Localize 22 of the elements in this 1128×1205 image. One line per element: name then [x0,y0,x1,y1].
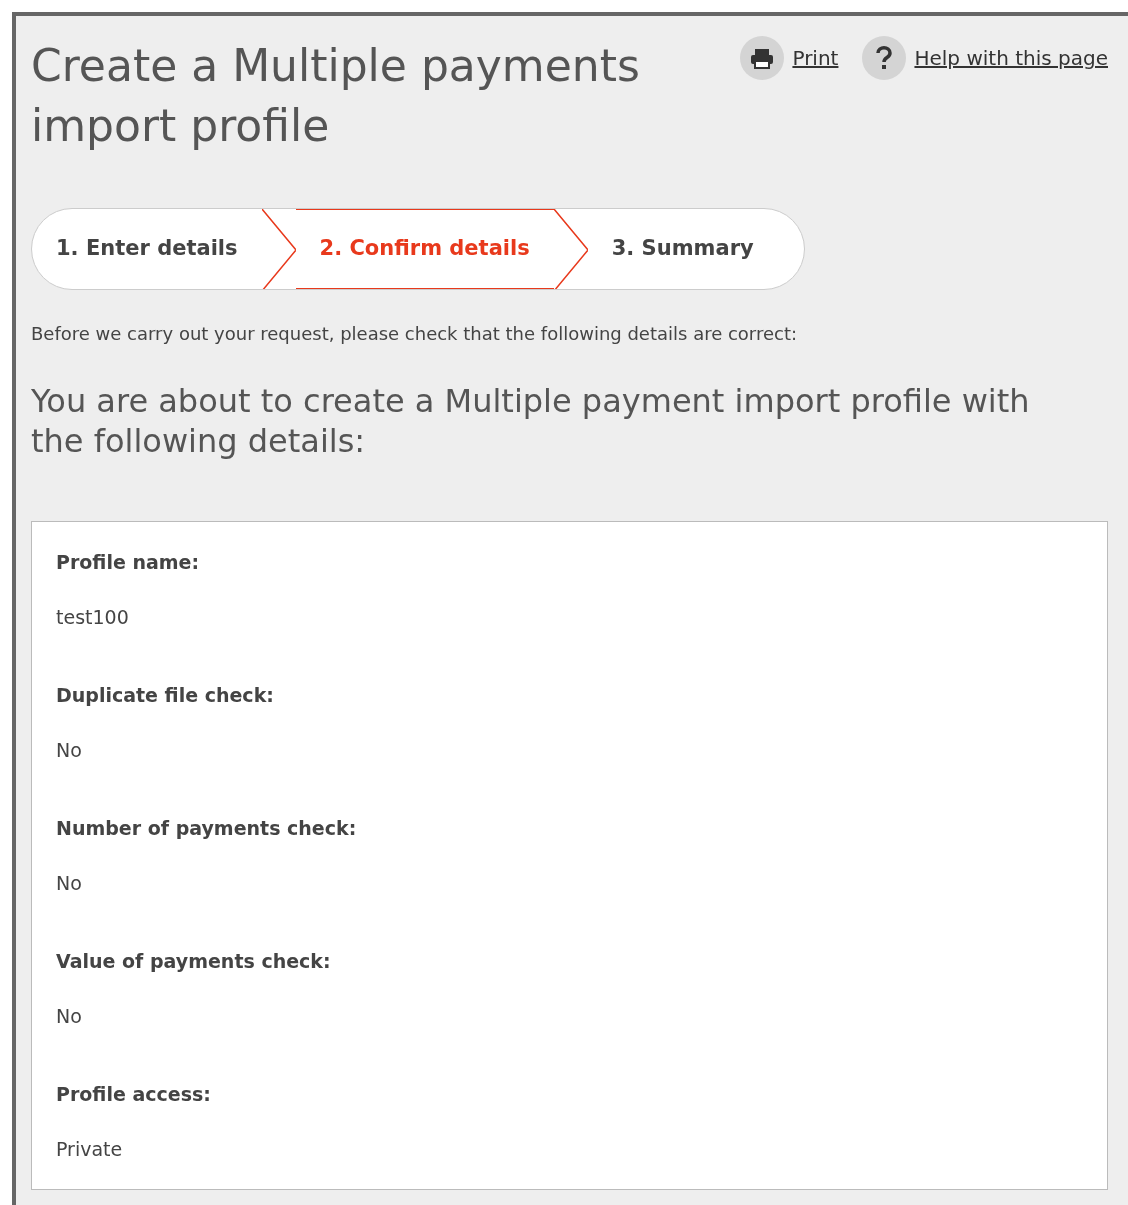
detail-label: Number of payments check: [56,816,358,841]
intro-text: Before we carry out your request, please check that the following details are correct: [31,322,799,346]
printer-icon [740,36,785,80]
detail-label: Profile access: [56,1082,212,1107]
detail-value: No [56,737,83,763]
step-divider-icon [553,209,588,289]
print-link[interactable]: Print [792,43,839,73]
help-icon [862,36,907,80]
detail-label: Duplicate file check: [56,683,275,708]
step-divider-icon [261,209,296,289]
page-title: Create a Multiple payments import profile [31,39,641,153]
step-tab[interactable]: 3. Summary [587,209,778,289]
step-tab[interactable]: 1. Enter details [32,209,262,289]
section-heading: You are about to create a Multiple payment import profile with the following details: [31,381,1031,461]
detail-value: Private [56,1136,124,1162]
detail-value: test100 [56,604,130,630]
detail-value: No [56,870,83,896]
detail-label: Profile name: [56,550,201,575]
help-link[interactable]: Help with this page [914,43,1108,73]
step-tab[interactable]: 2. Confirm details [295,209,554,289]
detail-label: Value of payments check: [56,949,332,974]
detail-value: No [56,1003,83,1029]
